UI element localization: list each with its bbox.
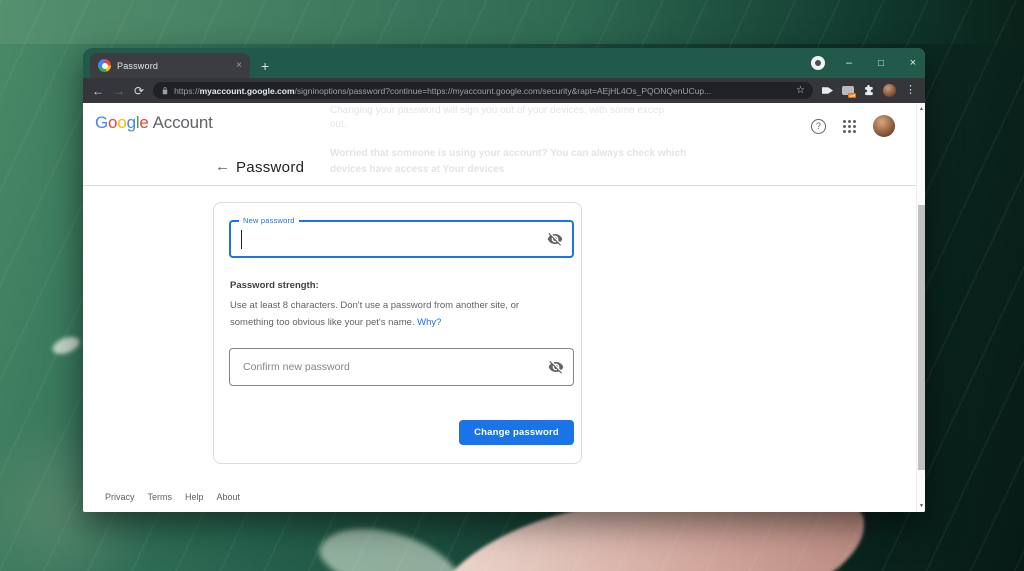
tab-title: Password: [117, 60, 159, 71]
reload-icon[interactable]: ⟳: [134, 85, 144, 97]
scrollbar-up-icon[interactable]: ▲: [917, 104, 925, 114]
url-text: https://myaccount.google.com/signinoptio…: [174, 86, 791, 96]
shopping-extension-icon[interactable]: Off: [842, 86, 856, 98]
address-bar[interactable]: https://myaccount.google.com/signinoptio…: [153, 82, 813, 99]
desktop-wallpaper: Password × + – □ × ← → ⟳ https://myaccou…: [0, 0, 1024, 571]
account-avatar[interactable]: [873, 115, 895, 137]
window-minimize-button[interactable]: –: [837, 50, 861, 76]
browser-profile-avatar[interactable]: [883, 84, 896, 97]
tab-strip: Password × + – □ ×: [83, 48, 925, 78]
footer-link-about[interactable]: About: [217, 492, 241, 502]
footer-link-privacy[interactable]: Privacy: [105, 492, 135, 502]
browser-toolbar: ← → ⟳ https://myaccount.google.com/signi…: [83, 78, 925, 103]
browser-tab-password[interactable]: Password ×: [90, 53, 250, 78]
logo-letter: G: [95, 113, 109, 132]
extension-off-badge: Off: [848, 93, 856, 98]
password-card: New password Password strength: Use at l…: [213, 202, 582, 464]
tag-extension-icon[interactable]: [822, 87, 833, 94]
footer-link-terms[interactable]: Terms: [148, 492, 173, 502]
password-strength-hint: Use at least 8 characters. Don't use a p…: [230, 297, 519, 331]
back-icon[interactable]: ←: [92, 85, 104, 97]
hint-line-1: Use at least 8 characters. Don't use a p…: [230, 300, 520, 311]
hint-line-2: something too obvious like your pet's na…: [230, 317, 415, 328]
logo-letter: o: [117, 113, 127, 132]
footer-link-help[interactable]: Help: [185, 492, 204, 502]
faded-background-text: Changing your password will sign you out…: [330, 105, 665, 116]
url-domain: myaccount.google.com: [199, 85, 295, 96]
help-icon[interactable]: ?: [811, 118, 826, 134]
window-close-button[interactable]: ×: [901, 50, 925, 76]
padlock-icon: [161, 86, 169, 95]
window-maximize-button[interactable]: □: [869, 50, 893, 76]
page-footer: Privacy Terms Help About: [105, 492, 240, 502]
confirm-password-input[interactable]: [230, 349, 573, 385]
page-title: Password: [236, 159, 305, 176]
url-scheme: https://: [174, 85, 200, 96]
page-header-icons: ?: [811, 115, 895, 137]
back-arrow-icon[interactable]: ←: [215, 158, 230, 175]
new-password-input[interactable]: [231, 222, 572, 256]
extensions-area: Off ⋮: [822, 84, 916, 98]
faded-background-text: devices have access at Your devices: [330, 164, 505, 175]
browser-window: Password × + – □ × ← → ⟳ https://myaccou…: [83, 48, 925, 512]
browser-menu-icon[interactable]: ⋮: [905, 85, 916, 96]
google-account-page: Google Account ? Changing your password w…: [83, 103, 925, 512]
visibility-off-icon[interactable]: [547, 231, 563, 247]
password-strength-title: Password strength:: [230, 280, 319, 291]
forward-icon[interactable]: →: [113, 85, 125, 97]
header-divider: [83, 185, 925, 186]
change-password-button[interactable]: Change password: [459, 420, 574, 445]
scrollbar-down-icon[interactable]: ▼: [917, 501, 925, 511]
scrollbar-thumb[interactable]: [918, 205, 925, 470]
new-password-field[interactable]: New password: [229, 216, 574, 258]
confirm-password-field[interactable]: [229, 348, 574, 386]
new-tab-button[interactable]: +: [261, 59, 269, 73]
titlebar-profile-icon[interactable]: [811, 56, 825, 70]
logo-letter: o: [108, 113, 118, 132]
puzzle-extension-icon[interactable]: [863, 85, 874, 96]
page-scrollbar[interactable]: ▲ ▼: [916, 103, 925, 512]
faded-background-text: out.: [330, 119, 347, 130]
url-path: /signinoptions/password?continue=https:/…: [294, 85, 712, 96]
bookmark-star-icon[interactable]: ☆: [796, 85, 805, 96]
visibility-off-icon[interactable]: [548, 359, 564, 375]
faded-background-text: Worried that someone is using your accou…: [330, 148, 687, 159]
google-account-logo: Google Account: [95, 113, 213, 133]
logo-account-text: Account: [152, 113, 213, 132]
text-cursor: [241, 230, 242, 249]
logo-letter: e: [139, 113, 149, 132]
logo-letter: g: [126, 113, 136, 132]
tab-close-icon[interactable]: ×: [236, 60, 242, 71]
apps-grid-icon[interactable]: [843, 119, 856, 133]
why-link[interactable]: Why?: [417, 317, 441, 328]
google-favicon-icon: [98, 59, 111, 72]
